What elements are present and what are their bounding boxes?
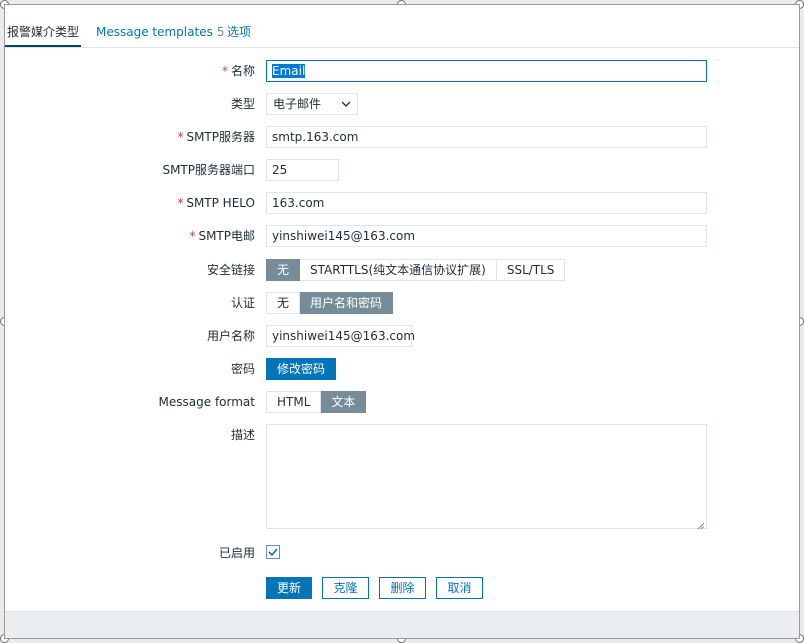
message-format-segmented-control: HTML 文本 [266,391,367,413]
smtp-helo-label: * SMTP HELO [177,196,255,210]
media-type-form-panel: 报警媒介类型 Message templates 5 选项 * 名称 Email 类… [4,4,800,639]
smtp-port-label: SMTP服务器端口 [162,163,255,177]
enabled-checkbox[interactable] [266,545,280,559]
username-value: yinshiwei145@163.com [272,329,416,343]
name-label-text: 名称 [230,64,255,78]
username-label-text: 用户名称 [206,329,255,343]
smtp-server-value: smtp.163.com [272,130,359,144]
smtp-email-label-text: SMTP电邮 [198,229,255,243]
tab-options-label: 选项 [227,25,252,39]
tab-media-type-label: 报警媒介类型 [7,25,80,39]
chevron-down-icon [341,96,351,118]
tab-message-templates-label: Message templates [96,25,213,39]
description-label-text: 描述 [230,428,255,442]
type-select[interactable]: 电子邮件 [266,93,358,115]
auth-option-username-password[interactable]: 用户名和密码 [300,292,394,314]
smtp-email-label: * SMTP电邮 [189,229,255,243]
change-password-button[interactable]: 修改密码 [266,358,336,380]
auth-label-text: 认证 [230,296,255,310]
description-label: 描述 [231,428,255,442]
security-segmented-control: 无 STARTTLS(纯文本通信协议扩展) SSL/TLS [266,259,566,281]
auth-option-none[interactable]: 无 [266,292,301,314]
required-marker: * [189,229,196,243]
name-input[interactable]: Email [266,60,707,82]
name-label: * 名称 [222,64,255,78]
password-label-text: 密码 [230,362,255,376]
smtp-port-label-text: SMTP服务器端口 [162,163,255,177]
smtp-email-value: yinshiwei145@163.com [272,229,416,243]
update-button[interactable]: 更新 [266,577,312,599]
clone-button[interactable]: 克隆 [322,577,369,599]
security-option-starttls[interactable]: STARTTLS(纯文本通信协议扩展) [300,259,497,281]
smtp-port-value: 25 [272,163,288,177]
auth-segmented-control: 无 用户名和密码 [266,292,394,314]
resize-grip-icon[interactable] [697,519,705,530]
panel-footer [5,611,799,638]
smtp-server-input[interactable]: smtp.163.com [266,126,707,148]
username-label: 用户名称 [207,329,255,343]
type-label-text: 类型 [230,97,255,111]
type-label: 类型 [231,97,255,111]
smtp-helo-input[interactable]: 163.com [266,192,707,214]
enabled-label: 已启用 [219,546,255,560]
required-marker: * [221,64,228,78]
tab-message-templates[interactable]: Message templates 5 [96,17,224,47]
message-format-option-html[interactable]: HTML [266,391,322,413]
security-label: 安全链接 [207,263,255,277]
smtp-email-input[interactable]: yinshiwei145@163.com [266,225,707,247]
smtp-port-input[interactable]: 25 [266,159,339,181]
tab-bar: 报警媒介类型 Message templates 5 选项 [5,17,799,48]
checkmark-icon [268,548,278,557]
message-format-label-text: Message format [158,395,255,409]
tab-options[interactable]: 选项 [227,17,251,47]
security-option-ssl-tls[interactable]: SSL/TLS [496,259,566,281]
smtp-server-label-text: SMTP服务器 [186,130,255,144]
smtp-server-label: * SMTP服务器 [177,130,255,144]
username-input[interactable]: yinshiwei145@163.com [266,325,416,347]
enabled-label-text: 已启用 [218,546,255,560]
smtp-helo-value: 163.com [272,196,325,210]
message-format-option-text[interactable]: 文本 [321,391,367,413]
security-label-text: 安全链接 [206,263,255,277]
tab-media-type[interactable]: 报警媒介类型 [5,17,82,47]
name-input-value: Email [272,64,306,78]
required-marker: * [177,130,184,144]
description-textarea[interactable] [266,424,707,530]
auth-label: 认证 [231,296,255,310]
type-select-value: 电子邮件 [273,97,322,111]
message-format-label: Message format [159,395,255,409]
delete-button[interactable]: 删除 [379,577,426,599]
cancel-button[interactable]: 取消 [436,577,483,599]
required-marker: * [177,196,184,210]
tab-message-templates-count: 5 [216,25,225,39]
smtp-helo-label-text: SMTP HELO [186,196,255,210]
security-option-none[interactable]: 无 [266,259,301,281]
password-label: 密码 [231,362,255,376]
